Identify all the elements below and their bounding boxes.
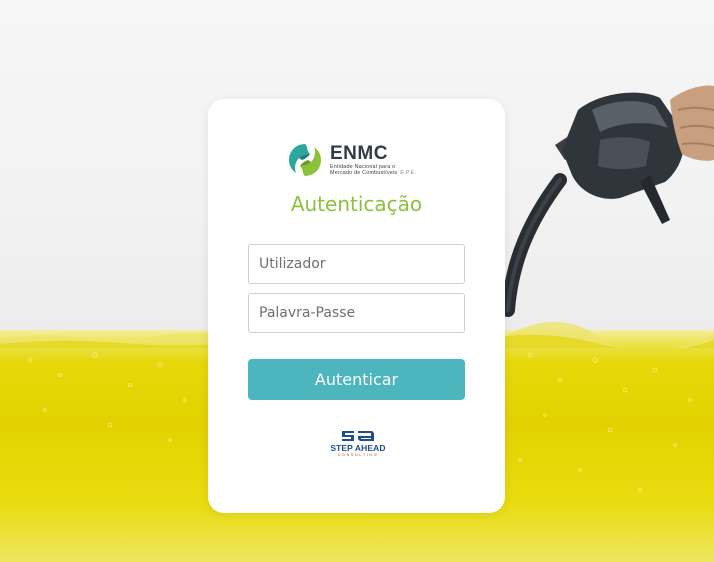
enmc-logo: ENMC Entidade Nacional para o Mercado de… [286, 139, 416, 181]
username-field[interactable] [248, 244, 465, 284]
partner-logo: STEP AHEAD CONSULTING [326, 429, 390, 465]
brand-name: ENMC [330, 142, 388, 164]
page-title: Autenticação [290, 192, 423, 216]
login-button[interactable]: Autenticar [248, 359, 465, 400]
enmc-logo-icon [289, 144, 321, 176]
brand-subtitle-line2-wrap: Mercado de Combustíveis E.P.E. [330, 170, 416, 177]
partner-name: STEP AHEAD [330, 443, 386, 453]
brand-subtitle-line2: Mercado de Combustíveis [330, 170, 398, 176]
fuel-nozzle-image [501, 85, 714, 317]
password-field[interactable] [248, 293, 465, 333]
step-ahead-logo-icon [342, 431, 374, 441]
brand-subtitle-suffix: E.P.E. [400, 170, 417, 176]
partner-subtitle: CONSULTING [337, 453, 379, 457]
login-card: ENMC Entidade Nacional para o Mercado de… [208, 99, 505, 513]
